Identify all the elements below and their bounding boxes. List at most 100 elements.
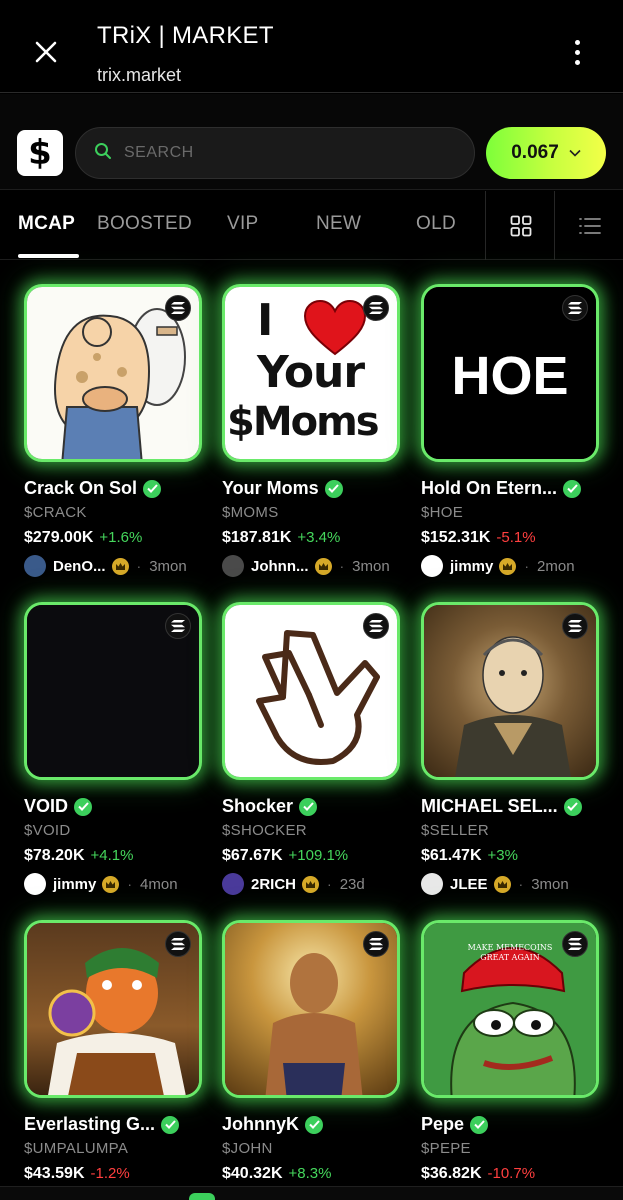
search-icon bbox=[94, 142, 112, 165]
token-image[interactable] bbox=[222, 602, 400, 780]
chevron-down-icon bbox=[569, 144, 581, 162]
token-creator[interactable]: jimmy · 2mon bbox=[421, 554, 575, 578]
token-ticker: $JOHN bbox=[222, 1140, 273, 1157]
token-card[interactable]: Crack On Sol $CRACK $279.00K +1.6% DenO..… bbox=[24, 284, 202, 577]
token-card[interactable]: I Your $Moms Your Moms $MOMS $187.81K +3.… bbox=[222, 284, 400, 577]
solana-icon bbox=[363, 295, 389, 321]
more-options-icon[interactable] bbox=[562, 36, 592, 68]
token-name[interactable]: Shocker bbox=[222, 796, 293, 817]
token-image[interactable] bbox=[24, 602, 202, 780]
token-image[interactable] bbox=[24, 284, 202, 462]
token-name-row: Hold On Etern... bbox=[421, 478, 582, 499]
avatar bbox=[24, 555, 46, 577]
token-card[interactable]: MAKE MEMECOINS GREAT AGAIN Pepe $PEPE $3… bbox=[421, 920, 599, 1182]
token-card[interactable]: Everlasting G... $UMPALUMPA $43.59K -1.2% bbox=[24, 920, 202, 1182]
solana-icon bbox=[562, 931, 588, 957]
token-name[interactable]: JohnnyK bbox=[222, 1114, 299, 1135]
market-cap-row: $67.67K +109.1% bbox=[222, 847, 348, 865]
price-change: +1.6% bbox=[99, 529, 143, 546]
market-cap: $187.81K bbox=[222, 529, 292, 546]
token-image[interactable] bbox=[24, 920, 202, 1098]
bottom-nav-indicator bbox=[189, 1193, 215, 1200]
market-cap-row: $152.31K -5.1% bbox=[421, 529, 536, 547]
price-change: +4.1% bbox=[90, 847, 134, 864]
price-change: +8.3% bbox=[288, 1165, 332, 1182]
app-logo[interactable]: $ bbox=[17, 130, 63, 176]
token-name[interactable]: VOID bbox=[24, 796, 68, 817]
token-image[interactable]: I Your $Moms bbox=[222, 284, 400, 462]
token-name[interactable]: Hold On Etern... bbox=[421, 478, 557, 499]
token-name[interactable]: MICHAEL SEL... bbox=[421, 796, 558, 817]
app-header: $ 0.067 bbox=[0, 94, 623, 190]
token-name[interactable]: Crack On Sol bbox=[24, 478, 137, 499]
balance-button[interactable]: 0.067 bbox=[486, 127, 606, 179]
token-age: 3mon bbox=[149, 557, 187, 575]
token-name-row: JohnnyK bbox=[222, 1114, 324, 1135]
tab-new[interactable]: NEW bbox=[316, 213, 361, 235]
token-ticker: $MOMS bbox=[222, 504, 279, 521]
token-image[interactable]: MAKE MEMECOINS GREAT AGAIN bbox=[421, 920, 599, 1098]
solana-icon bbox=[562, 613, 588, 639]
market-cap-row: $61.47K +3% bbox=[421, 847, 518, 865]
token-name-row: Your Moms bbox=[222, 478, 343, 499]
avatar bbox=[222, 555, 244, 577]
tab-boosted[interactable]: BOOSTED bbox=[97, 213, 192, 235]
token-card[interactable]: JohnnyK $JOHN $40.32K +8.3% bbox=[222, 920, 400, 1182]
separator-dot: · bbox=[518, 876, 524, 892]
crown-icon bbox=[111, 557, 129, 575]
price-change: +3% bbox=[487, 847, 518, 864]
token-name-row: Everlasting G... bbox=[24, 1114, 180, 1135]
token-age: 23d bbox=[339, 875, 365, 893]
token-name-row: MICHAEL SEL... bbox=[421, 796, 582, 817]
market-cap: $36.82K bbox=[421, 1165, 482, 1182]
crown-icon bbox=[102, 875, 120, 893]
token-age: 3mon bbox=[352, 557, 390, 575]
token-name[interactable]: Pepe bbox=[421, 1114, 464, 1135]
token-name[interactable]: Everlasting G... bbox=[24, 1114, 155, 1135]
verified-icon bbox=[161, 1115, 180, 1134]
separator-dot: · bbox=[327, 876, 332, 892]
tab-mcap[interactable]: MCAP bbox=[18, 213, 75, 235]
token-ticker: $PEPE bbox=[421, 1140, 471, 1157]
token-image[interactable] bbox=[421, 602, 599, 780]
creator-name: JLEE bbox=[450, 875, 488, 893]
price-change: -5.1% bbox=[496, 529, 536, 546]
solana-icon bbox=[165, 295, 191, 321]
list-view-icon[interactable] bbox=[554, 191, 623, 260]
crown-icon bbox=[314, 557, 332, 575]
token-age: 2mon bbox=[537, 557, 575, 575]
token-creator[interactable]: Johnn... · 3mon bbox=[222, 554, 390, 578]
token-creator[interactable]: JLEE · 3mon bbox=[421, 872, 569, 896]
price-change: -10.7% bbox=[487, 1165, 536, 1182]
image-text: I bbox=[257, 295, 274, 346]
separator-dot: · bbox=[339, 558, 345, 574]
creator-name: Johnn... bbox=[251, 557, 309, 575]
search-input[interactable] bbox=[124, 144, 444, 162]
solana-icon bbox=[165, 613, 191, 639]
verified-icon bbox=[305, 1115, 324, 1134]
token-name-row: Crack On Sol bbox=[24, 478, 162, 499]
token-creator[interactable]: DenO... · 3mon bbox=[24, 554, 187, 578]
token-ticker: $HOE bbox=[421, 504, 464, 521]
token-image[interactable] bbox=[222, 920, 400, 1098]
token-card[interactable]: HOE Hold On Etern... $HOE $152.31K -5.1% … bbox=[421, 284, 599, 577]
token-card[interactable]: VOID $VOID $78.20K +4.1% jimmy · 4mon bbox=[24, 602, 202, 895]
token-name-row: Shocker bbox=[222, 796, 318, 817]
token-name-row: VOID bbox=[24, 796, 93, 817]
token-creator[interactable]: jimmy · 4mon bbox=[24, 872, 178, 896]
grid-view-icon[interactable] bbox=[485, 191, 555, 260]
page-url: trix.market bbox=[97, 65, 182, 85]
tab-vip[interactable]: VIP bbox=[227, 213, 259, 235]
solana-icon bbox=[562, 295, 588, 321]
close-icon[interactable] bbox=[30, 36, 62, 68]
token-name[interactable]: Your Moms bbox=[222, 478, 319, 499]
token-creator[interactable]: 2RICH · 23d bbox=[222, 872, 365, 896]
tab-old[interactable]: OLD bbox=[416, 213, 456, 235]
market-cap-row: $78.20K +4.1% bbox=[24, 847, 133, 865]
token-card[interactable]: Shocker $SHOCKER $67.67K +109.1% 2RICH · … bbox=[222, 602, 400, 895]
search-bar[interactable] bbox=[75, 127, 475, 179]
solana-icon bbox=[165, 931, 191, 957]
token-image[interactable]: HOE bbox=[421, 284, 599, 462]
token-card[interactable]: MICHAEL SEL... $SELLER $61.47K +3% JLEE ·… bbox=[421, 602, 599, 895]
avatar bbox=[222, 873, 244, 895]
